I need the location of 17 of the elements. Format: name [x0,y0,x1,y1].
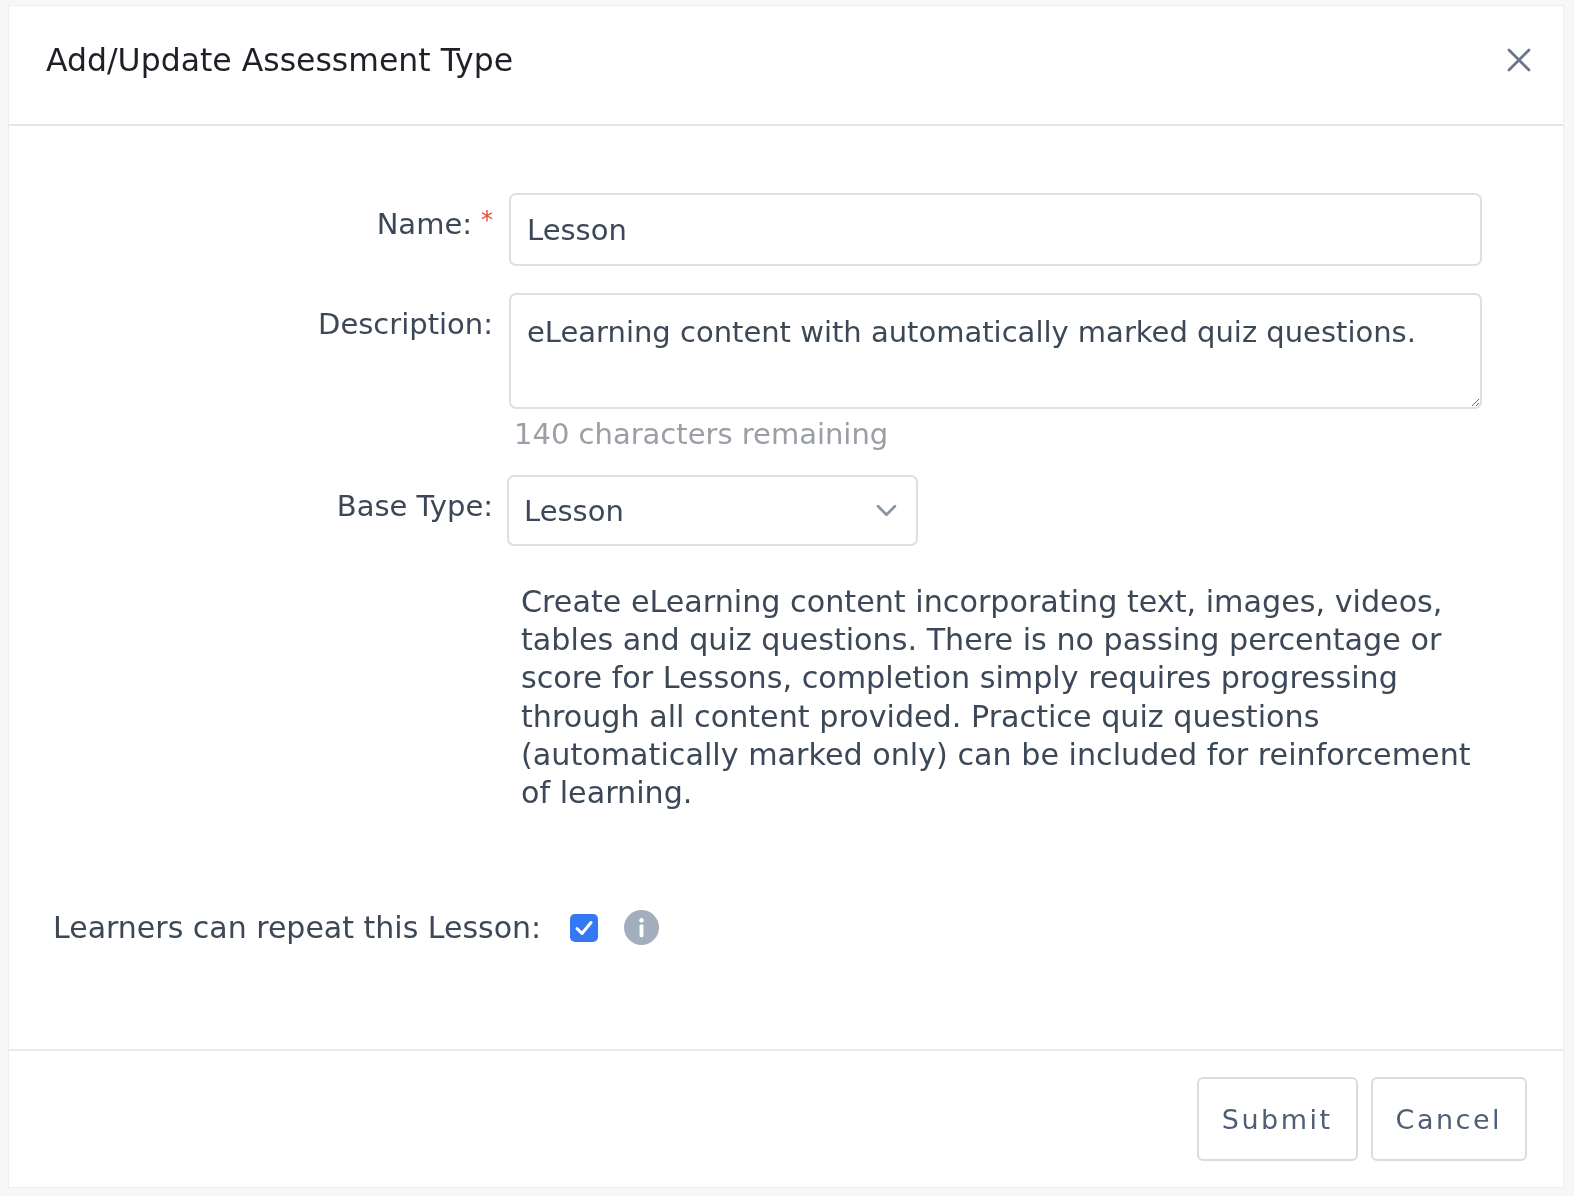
field-label: Base Type: [336,490,493,523]
base-type-select[interactable]: Lesson [507,475,918,546]
base-type-description: Create eLearning content incorporating text, images, videos, tables and quiz questions. There is no passing percentage or score for Lessons, completion simply requires progressing through all content provided. Practice quiz questions (automatically marked only) can be included for reinforcement of learning. [520,583,1472,812]
description-textarea[interactable]: eLearning content with automatically marked quiz questions. [509,293,1482,409]
characters-remaining-text: 140 characters remaining [514,418,889,451]
field-label: Description: [318,308,493,341]
info-icon[interactable] [624,910,660,946]
submit-button[interactable]: Submit [1196,1077,1358,1161]
field-label: Name: [376,208,472,241]
dialog-title: Add/Update Assessment Type [46,42,513,78]
repeat-checkbox[interactable] [570,913,599,942]
repeat-option-label: Learners can repeat this Lesson: [53,910,542,946]
name-input-field[interactable]: Lesson [509,193,1482,266]
close-icon[interactable] [1507,48,1531,72]
required-mark: * [481,208,493,232]
cancel-button[interactable]: Cancel [1370,1077,1527,1161]
chevron-down-icon [876,504,897,517]
